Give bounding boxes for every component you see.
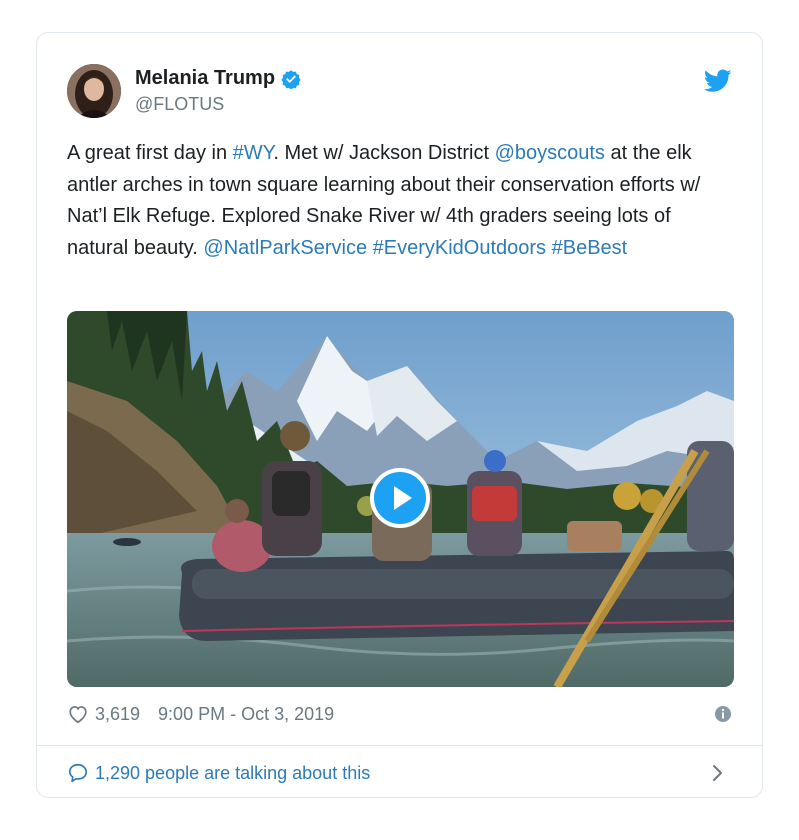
twitter-bird-icon[interactable]: [703, 69, 732, 93]
info-icon[interactable]: [714, 705, 732, 723]
tweet-header: Melania Trump @FLOTUS: [67, 63, 301, 119]
avatar-image: [67, 64, 121, 118]
play-icon: [370, 468, 430, 528]
like-count[interactable]: 3,619: [95, 704, 140, 725]
user-handle[interactable]: @FLOTUS: [135, 94, 301, 115]
hashtag-link[interactable]: #EveryKidOutdoors: [373, 237, 546, 259]
hashtag-link[interactable]: #WY: [233, 142, 274, 164]
mention-link[interactable]: @boyscouts: [495, 142, 605, 164]
video-thumbnail[interactable]: [67, 311, 734, 687]
mention-link[interactable]: @NatlParkService: [203, 237, 367, 259]
name-row: Melania Trump: [135, 67, 301, 90]
verified-badge-icon: [281, 69, 301, 90]
speech-bubble-icon: [67, 762, 89, 784]
tweet-text: A great first day in #WY. Met w/ Jackson…: [67, 138, 737, 264]
tweet-text-segment: . Met w/ Jackson District: [273, 142, 495, 164]
chevron-right-icon[interactable]: [712, 764, 724, 782]
display-name[interactable]: Melania Trump: [135, 67, 275, 90]
heart-icon[interactable]: [67, 703, 89, 725]
timestamp[interactable]: 9:00 PM - Oct 3, 2019: [158, 704, 334, 725]
divider: [37, 745, 762, 746]
play-button[interactable]: [370, 468, 430, 528]
conversation-link[interactable]: 1,290 people are talking about this: [67, 757, 734, 789]
conversation-label: 1,290 people are talking about this: [95, 762, 371, 783]
hashtag-link[interactable]: #BeBest: [552, 237, 628, 259]
avatar[interactable]: [67, 64, 121, 118]
user-names: Melania Trump @FLOTUS: [135, 67, 301, 115]
tweet-text-segment: A great first day in: [67, 142, 233, 164]
tweet-meta: 3,619 9:00 PM - Oct 3, 2019: [67, 699, 734, 729]
tweet-card: Melania Trump @FLOTUS A great first day …: [36, 32, 763, 798]
